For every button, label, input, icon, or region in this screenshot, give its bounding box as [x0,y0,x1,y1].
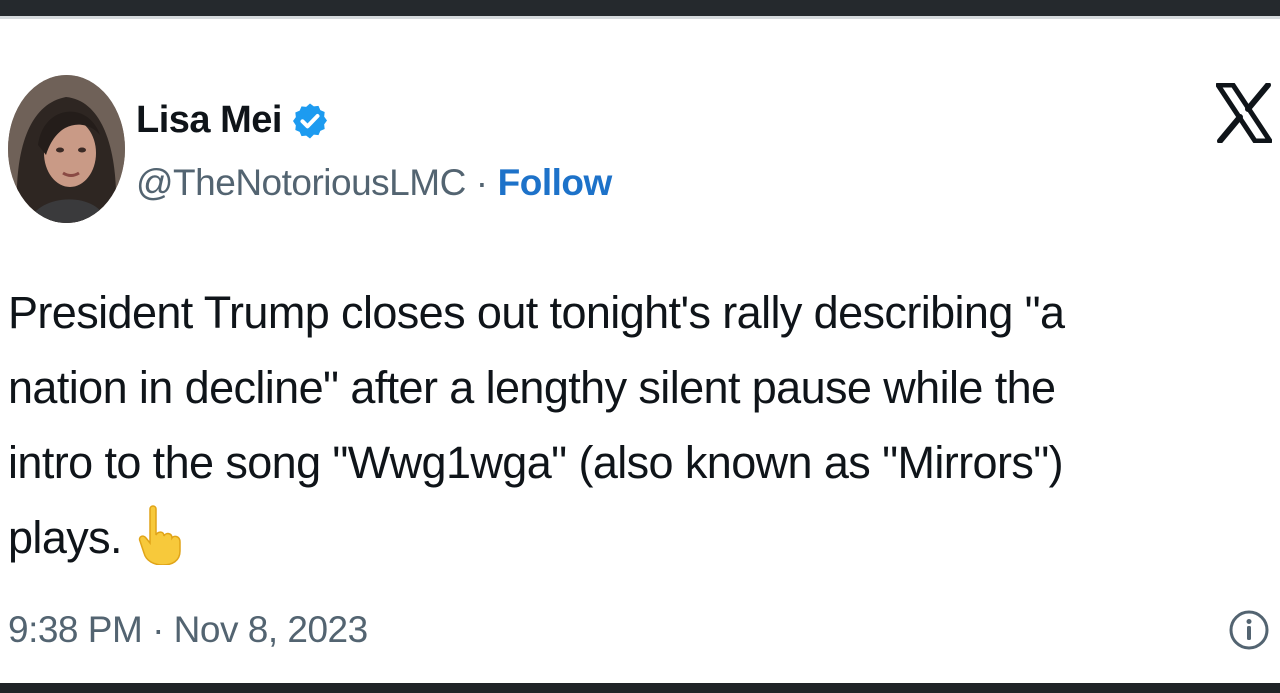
tweet-line-last: plays. [8,500,1238,575]
separator-dot: · [475,162,488,203]
bottom-frame-bar [0,683,1280,693]
tweet-text: President Trump closes out tonight's ral… [8,275,1238,575]
verified-badge-icon [290,101,330,141]
tweet-timestamp[interactable]: 9:38 PM · Nov 8, 2023 [8,609,368,651]
handle-row: @TheNotoriousLMC · Follow [136,162,612,204]
avatar[interactable] [8,75,125,223]
author-name[interactable]: Lisa Mei [136,99,282,142]
tweet-card: Lisa Mei @TheNotoriousLMC · Follow Presi… [0,16,1280,683]
tweet-line: intro to the song "Wwg1wga" (also known … [8,437,1064,488]
tweet-line: plays. [8,512,123,563]
author-row: Lisa Mei [136,99,330,142]
screen-frame: Lisa Mei @TheNotoriousLMC · Follow Presi… [0,0,1280,693]
tweet-line: nation in decline" after a lengthy silen… [8,362,1056,413]
author-handle[interactable]: @TheNotoriousLMC [136,162,466,204]
tweet-line: President Trump closes out tonight's ral… [8,287,1065,338]
follow-button[interactable]: Follow [498,162,613,204]
pointing-down-hand-icon [136,505,182,566]
info-icon[interactable] [1228,609,1270,651]
x-logo-icon[interactable] [1215,82,1273,144]
